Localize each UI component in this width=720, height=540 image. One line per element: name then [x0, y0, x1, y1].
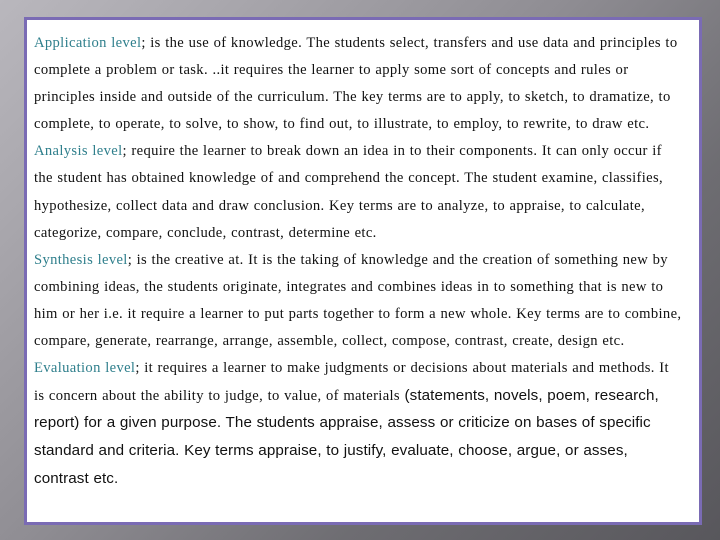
- paragraph-text: ; require the learner to break down an i…: [122, 143, 662, 160]
- paragraph-evaluation-line-1: Evaluation level; it requires a learner …: [34, 355, 699, 382]
- paragraph-application-line-3: principles inside and outside of the cur…: [34, 89, 671, 106]
- heading-evaluation-level: Evaluation level: [34, 360, 136, 377]
- paragraph-application-line-4: complete, to operate, to solve, to show,…: [34, 116, 650, 133]
- paragraph-application-line-2: complete a problem or task. ..it require…: [34, 62, 629, 79]
- document-body: Application level; is the use of knowled…: [34, 30, 699, 493]
- paragraph-synthesis-line-4: compare, generate, rearrange, arrange, a…: [34, 333, 625, 350]
- paragraph-evaluation-line-3: report) for a given purpose. The student…: [34, 414, 651, 432]
- paragraph-analysis-line-4: categorize, compare, conclude, contrast,…: [34, 224, 377, 241]
- paragraph-evaluation-line-2: is concern about the ability to judge, t…: [34, 382, 699, 409]
- paragraph-text: ; is the creative at. It is the taking o…: [127, 251, 668, 268]
- paragraph-analysis-line-1: Analysis level; require the learner to b…: [34, 138, 699, 165]
- paragraph-synthesis-line-2: combining ideas, the students originate,…: [34, 278, 664, 295]
- paragraph-evaluation-line-4: standard and criteria. Key terms apprais…: [34, 442, 628, 460]
- heading-analysis-level: Analysis level: [34, 143, 123, 160]
- paragraph-text-sans: (statements, novels, poem, research,: [404, 387, 659, 405]
- heading-application-level: Application level: [34, 35, 142, 51]
- paragraph-synthesis-line-1: Synthesis level; is the creative at. It …: [34, 247, 699, 274]
- paragraph-analysis-line-3: hypothesize, collect data and draw concl…: [34, 197, 645, 214]
- content-panel: Application level; is the use of knowled…: [24, 17, 702, 525]
- paragraph-text: ; is the use of knowledge. The students …: [141, 35, 678, 51]
- paragraph-analysis-line-2: the student has obtained knowledge of an…: [34, 170, 663, 187]
- paragraph-text: is concern about the ability to judge, t…: [34, 388, 405, 405]
- heading-synthesis-level: Synthesis level: [34, 251, 128, 268]
- paragraph-evaluation-line-5: contrast etc.: [34, 469, 119, 487]
- paragraph-application-line-1: Application level; is the use of knowled…: [34, 30, 699, 57]
- paragraph-synthesis-line-3: him or her i.e. it require a learner to …: [34, 305, 682, 322]
- paragraph-text: ; it requires a learner to make judgment…: [135, 360, 669, 377]
